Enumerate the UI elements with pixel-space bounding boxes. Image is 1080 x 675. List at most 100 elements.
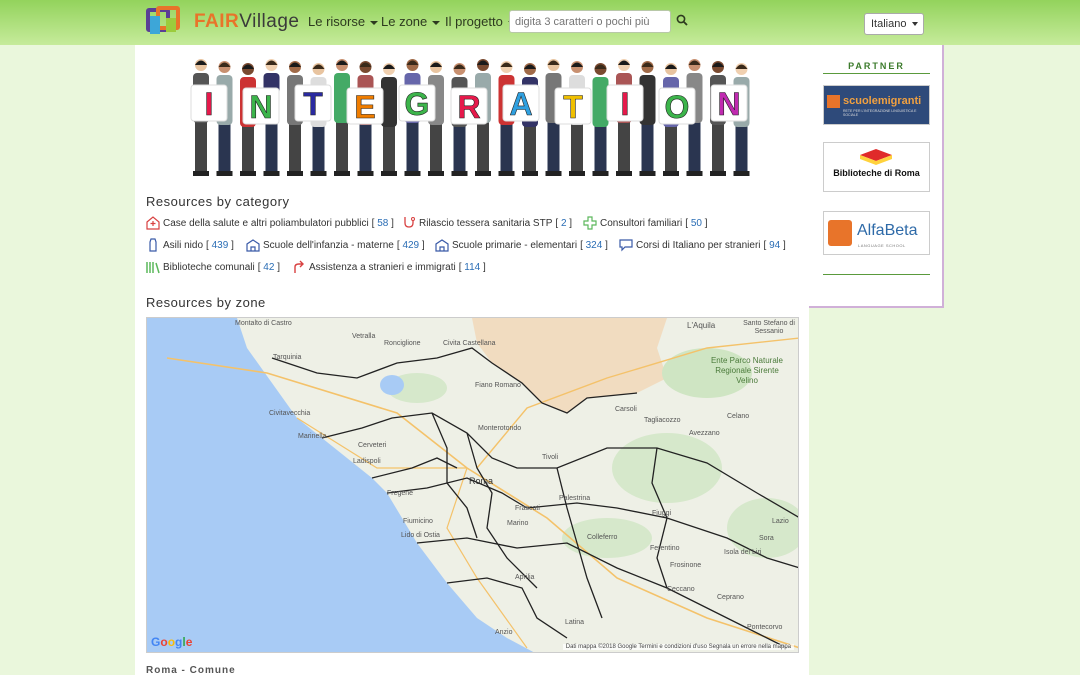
language-value: Italiano	[871, 18, 907, 30]
category-case-salute[interactable]: Case della salute e altri poliambulatori…	[146, 216, 394, 230]
map-place: Tagliacozzo	[644, 417, 681, 424]
banner-letter: A	[509, 86, 532, 122]
banner-letter: N	[717, 86, 740, 122]
map-place: Ronciglione	[384, 340, 421, 347]
map-place: Tarquinia	[273, 354, 302, 361]
speech-icon	[619, 239, 633, 252]
partner-sub: RETE PER L'INTEGRAZIONE LINGUISTICA E SO…	[843, 109, 917, 117]
map-place: Avezzano	[689, 430, 720, 437]
partner-scuolemigranti[interactable]: scuolemigranti RETE PER L'INTEGRAZIONE L…	[823, 85, 930, 125]
site-logo[interactable]: FAIRVillage	[146, 6, 299, 38]
logo-village: Village	[239, 11, 300, 32]
integration-banner: INTEGRATION	[190, 59, 750, 176]
category-count: 58	[377, 217, 389, 229]
category-tessera-stp[interactable]: Rilascio tessera sanitaria STP [ 2 ]	[402, 216, 572, 230]
map-place: Carsoli	[615, 406, 637, 413]
logo-icon	[146, 6, 182, 38]
zone-heading: Roma - Comune	[146, 665, 236, 675]
search-icon[interactable]	[676, 14, 688, 26]
map-place: Ceccano	[667, 586, 695, 593]
map-place: Frosinone	[670, 562, 702, 569]
caret-down-icon	[912, 22, 918, 26]
category-count: 429	[402, 239, 420, 251]
map-place: L'Aquila	[687, 321, 716, 330]
partner-biblioteche-roma[interactable]: Biblioteche di Roma	[823, 142, 930, 192]
map-attribution[interactable]: Dati mappa ©2018 Google Termini e condiz…	[562, 644, 794, 650]
nav-le-zone[interactable]: Le zone	[381, 14, 441, 29]
category-count: 324	[585, 239, 603, 251]
map-place: Isola del Liri	[724, 549, 762, 556]
map-place: Lazio	[772, 518, 789, 525]
logo-text: FAIRVillage	[194, 11, 299, 33]
banner-letter: I	[205, 86, 214, 122]
category-label: Consultori familiari	[600, 217, 683, 229]
map-place: Santo Stefano di Sessanio	[743, 320, 795, 335]
scuolemigranti-logo-icon	[827, 95, 840, 108]
banner-letter: N	[249, 89, 272, 125]
nav-le-risorse[interactable]: Le risorse	[308, 14, 379, 29]
google-logo[interactable]: Google	[151, 635, 192, 649]
category-consultori[interactable]: Consultori familiari [ 50 ]	[583, 216, 708, 230]
map-place: Aprilia	[515, 574, 535, 581]
map-place: Sora	[759, 535, 774, 542]
partner-title: PARTNER	[823, 61, 930, 74]
banner-letter: T	[303, 86, 323, 122]
partner-name: AlfaBeta	[857, 222, 918, 239]
map-place: Anzio	[495, 629, 513, 636]
map-place: Roma	[469, 476, 494, 486]
map-place: Monterotondo	[478, 425, 522, 432]
banner-letter: E	[354, 89, 375, 125]
map-place: Lido di Ostia	[401, 532, 440, 539]
category-label: Scuole dell'infanzia - materne	[263, 239, 394, 251]
banner-letter: G	[405, 86, 430, 122]
map-place: Pontecorvo	[747, 624, 783, 631]
category-corsi-italiano[interactable]: Corsi di Italiano per stranieri [ 94 ]	[619, 238, 786, 252]
search-input[interactable]	[509, 10, 671, 33]
nav-label: Le risorse	[308, 14, 366, 29]
category-asili-nido[interactable]: Asili nido [ 439 ]	[146, 238, 234, 252]
cross-icon	[583, 216, 597, 230]
main-content: INTEGRATION Resources by category Case d…	[135, 45, 809, 675]
baby-bottle-icon	[149, 238, 157, 252]
map-place: Cerveteri	[358, 442, 387, 449]
category-scuole-primarie[interactable]: Scuole primarie - elementari [ 324 ]	[435, 238, 608, 252]
map-place: Frascati	[515, 505, 540, 512]
caret-down-icon	[432, 20, 441, 25]
books-icon	[146, 262, 160, 274]
nav-label: Il progetto	[445, 14, 503, 29]
map-place: Fregene	[387, 490, 414, 497]
top-navbar: FAIRVillage Le risorse Le zone Il proget…	[0, 0, 1080, 45]
banner-letter: R	[457, 89, 480, 125]
map-place: Ferentino	[650, 545, 680, 552]
map-place: Civitavecchia	[269, 410, 311, 417]
alfabeta-logo-icon	[828, 220, 852, 246]
category-biblioteche[interactable]: Biblioteche comunali [ 42 ]	[146, 260, 280, 274]
map-place: Vetralla	[352, 333, 376, 340]
banner-letter: O	[665, 89, 690, 125]
map-place: Celano	[727, 413, 750, 420]
category-label: Assistenza a stranieri e immigrati	[309, 261, 456, 273]
resources-by-category-title: Resources by category	[146, 194, 290, 209]
language-select[interactable]: Italiano	[864, 13, 924, 35]
map-place: Marino	[507, 520, 529, 527]
map-place: Tivoli	[542, 454, 559, 461]
category-label: Corsi di Italiano per stranieri	[636, 239, 761, 251]
nav-il-progetto[interactable]: Il progetto	[445, 14, 516, 29]
school-icon	[246, 239, 260, 252]
map-place: Civita Castellana	[443, 340, 496, 347]
map-place: Latina	[565, 619, 585, 626]
hospital-icon	[146, 216, 160, 230]
map-place: Marinella	[298, 433, 327, 440]
partner-sidebar: PARTNER scuolemigranti RETE PER L'INTEGR…	[809, 45, 944, 308]
school-icon	[435, 239, 449, 252]
nav-label: Le zone	[381, 14, 428, 29]
category-assistenza-stranieri[interactable]: Assistenza a stranieri e immigrati [ 114…	[292, 260, 486, 274]
map-place: Fiuggi	[652, 510, 672, 517]
partner-alfabeta[interactable]: AlfaBeta LANGUAGE SCHOOL	[823, 211, 930, 255]
zone-map[interactable]: Montalto di Castro Tarquinia Vetralla Ro…	[146, 317, 799, 653]
book-logo-icon	[860, 149, 892, 165]
category-count: 114	[464, 261, 481, 273]
partner-name: Biblioteche di Roma	[833, 168, 920, 178]
category-label: Biblioteche comunali	[163, 261, 255, 273]
category-scuole-infanzia[interactable]: Scuole dell'infanzia - materne [ 429 ]	[246, 238, 425, 252]
